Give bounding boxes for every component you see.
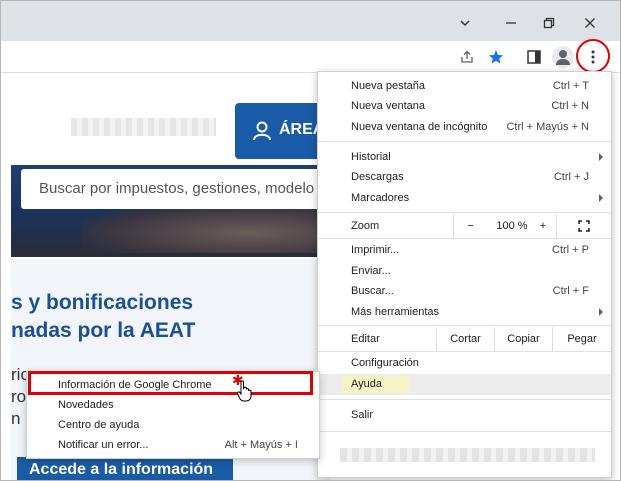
hero-image — [81, 203, 321, 253]
menu-zoom-row: Zoom − 100 % + — [318, 214, 611, 238]
menu-edit-row: Editar Cortar Copiar Pegar — [318, 327, 611, 351]
tab-search-icon[interactable] — [453, 11, 477, 35]
menu-item-enviar[interactable]: Enviar... — [318, 261, 611, 281]
search-placeholder: Buscar por impuestos, gestiones, modelo — [39, 180, 315, 197]
menu-divider — [318, 141, 611, 142]
browser-window: ÁREA Buscar por impuestos, gestiones, mo… — [0, 0, 621, 481]
zoom-value: 100 % — [496, 220, 528, 232]
submenu-item-label: Novedades — [58, 399, 114, 411]
menu-item-nueva-ventana[interactable]: Nueva ventana Ctrl + N — [318, 96, 611, 116]
body-text-3: n — [11, 409, 21, 428]
menu-shortcut: Ctrl + T — [552, 80, 589, 92]
copy-button[interactable]: Copiar — [494, 327, 552, 351]
menu-item-label: Nueva pestaña — [351, 80, 425, 92]
menu-divider — [318, 431, 611, 432]
menu-item-incognito[interactable]: Nueva ventana de incógnito Ctrl + Mayús … — [318, 117, 611, 137]
ayuda-highlight: Ayuda — [343, 376, 409, 393]
submenu-item-notificar[interactable]: Notificar un error... Alt + Mayús + I — [27, 435, 319, 455]
zoom-out-button[interactable]: − — [453, 214, 487, 238]
menu-item-configuracion[interactable]: Configuración — [318, 353, 611, 373]
menu-item-label: Ayuda — [351, 378, 382, 390]
menu-item-imprimir[interactable]: Imprimir... Ctrl + P — [318, 240, 611, 260]
chevron-right-icon — [599, 308, 603, 316]
title-bar — [1, 1, 620, 41]
menu-item-salir[interactable]: Salir — [318, 405, 611, 425]
profile-icon[interactable] — [552, 46, 574, 68]
menu-item-label: Descargas — [351, 171, 404, 183]
menu-shortcut: Ctrl + Mayús + N — [506, 121, 589, 133]
close-window-icon[interactable] — [578, 11, 602, 35]
minimize-icon[interactable] — [499, 11, 523, 35]
restore-icon[interactable] — [537, 11, 561, 35]
site-search-input[interactable]: Buscar por impuestos, gestiones, modelo — [21, 169, 331, 209]
blurred-region — [71, 118, 216, 136]
menu-item-label: Nueva ventana de incógnito — [351, 121, 488, 133]
access-info-button[interactable]: Accede a la información — [17, 457, 233, 480]
menu-item-label: Historial — [351, 151, 391, 163]
browser-toolbar — [1, 41, 620, 73]
menu-item-mas-herramientas[interactable]: Más herramientas — [318, 302, 611, 322]
headline-line-2: nadas por la AEAT — [11, 319, 196, 342]
submenu-item-label: Notificar un error... — [58, 439, 149, 451]
menu-item-label: Más herramientas — [351, 306, 440, 318]
user-icon — [253, 121, 271, 141]
submenu-item-centro-ayuda[interactable]: Centro de ayuda — [27, 415, 319, 435]
blurred-region — [340, 448, 595, 462]
menu-divider — [318, 238, 611, 239]
cut-button[interactable]: Cortar — [436, 327, 494, 351]
menu-item-label: Marcadores — [351, 192, 410, 204]
chevron-right-icon — [599, 194, 603, 202]
menu-item-historial[interactable]: Historial — [318, 147, 611, 167]
star-icon[interactable] — [484, 45, 508, 69]
fullscreen-icon[interactable] — [556, 214, 611, 238]
submenu-item-novedades[interactable]: Novedades — [27, 395, 319, 415]
menu-divider — [318, 325, 611, 326]
menu-item-label: Nueva ventana — [351, 100, 425, 112]
menu-item-label: Configuración — [351, 357, 419, 369]
menu-item-label: Imprimir... — [351, 244, 400, 256]
paste-button[interactable]: Pegar — [552, 327, 611, 351]
menu-item-label: Salir — [351, 409, 374, 421]
share-icon[interactable] — [455, 45, 479, 69]
zoom-label: Zoom — [351, 220, 380, 232]
hand-cursor-icon — [237, 380, 252, 402]
edit-label: Editar — [351, 333, 380, 345]
menu-item-nueva-pestana[interactable]: Nueva pestaña Ctrl + T — [318, 76, 611, 96]
submenu-item-label: Centro de ayuda — [58, 419, 140, 431]
menu-item-descargas[interactable]: Descargas Ctrl + J — [318, 167, 611, 187]
highlight-box — [28, 371, 313, 395]
menu-item-label: Buscar... — [351, 285, 394, 297]
menu-shortcut: Ctrl + P — [552, 244, 589, 256]
menu-divider — [318, 399, 611, 400]
menu-item-label: Enviar... — [351, 265, 391, 277]
body-text-2: ro — [11, 387, 27, 406]
chevron-right-icon — [599, 153, 603, 161]
area-button[interactable]: ÁREA — [235, 103, 325, 159]
menu-divider — [318, 212, 611, 213]
chrome-menu: Nueva pestaña Ctrl + T Nueva ventana Ctr… — [317, 71, 612, 478]
menu-item-ayuda[interactable]: Ayuda — [318, 374, 611, 395]
menu-item-buscar[interactable]: Buscar... Ctrl + F — [318, 281, 611, 301]
headline-line-1: s y bonificaciones — [11, 291, 194, 314]
menu-divider — [318, 351, 611, 352]
highlight-ring — [576, 39, 610, 73]
menu-shortcut: Ctrl + F — [552, 285, 589, 297]
zoom-in-button[interactable]: + — [537, 214, 549, 238]
menu-shortcut: Ctrl + J — [553, 171, 589, 183]
sidepanel-icon[interactable] — [522, 45, 546, 69]
submenu-shortcut: Alt + Mayús + I — [224, 439, 298, 451]
menu-shortcut: Ctrl + N — [551, 100, 589, 112]
menu-item-marcadores[interactable]: Marcadores — [318, 188, 611, 208]
